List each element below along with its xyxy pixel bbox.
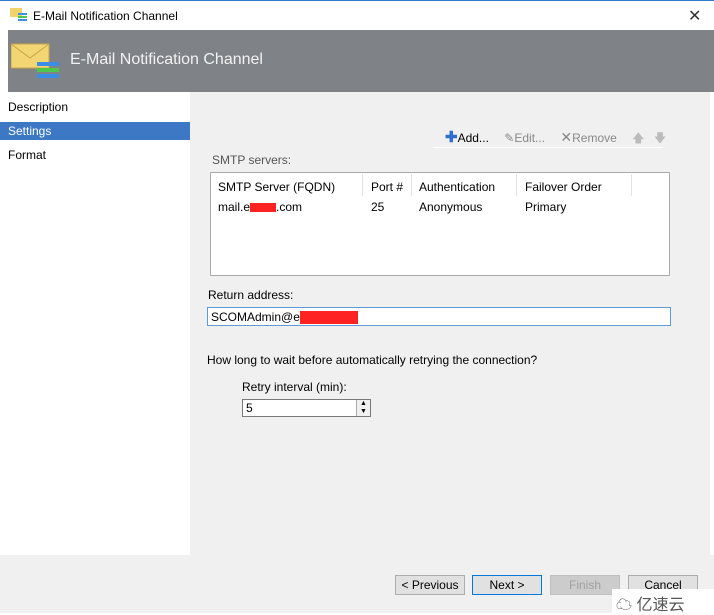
- move-up-icon[interactable]: 🡅: [632, 131, 644, 145]
- edit-label: Edit...: [514, 131, 546, 145]
- stepper-up-icon[interactable]: ▲: [357, 400, 370, 408]
- column-divider: [631, 174, 632, 196]
- remove-label: Remove: [572, 131, 617, 145]
- title-bar: E-Mail Notification Channel ✕: [0, 0, 714, 30]
- close-icon[interactable]: ✕: [688, 6, 701, 26]
- envelope-arrows-icon: [11, 43, 59, 78]
- retry-interval-stepper[interactable]: 5 ▲ ▼: [242, 399, 371, 417]
- return-address-label: Return address:: [208, 288, 294, 302]
- header-title: E-Mail Notification Channel: [70, 51, 263, 68]
- x-icon: ✕: [560, 129, 573, 145]
- column-divider: [516, 174, 517, 196]
- finish-button[interactable]: Finish: [550, 575, 620, 595]
- column-header-server[interactable]: SMTP Server (FQDN): [218, 180, 335, 194]
- nav-item-description[interactable]: Description: [0, 98, 190, 116]
- cloud-icon: ☁: [616, 597, 633, 614]
- move-down-icon[interactable]: 🡇: [654, 131, 666, 145]
- wizard-header: E-Mail Notification Channel: [8, 30, 714, 92]
- retry-interval-value: 5: [246, 401, 253, 415]
- nav-item-format[interactable]: Format: [0, 146, 190, 164]
- return-address-input[interactable]: SCOMAdmin@e: [207, 307, 671, 326]
- server-prefix: mail.e: [218, 200, 251, 214]
- port-cell: 25: [371, 200, 385, 214]
- column-header-port[interactable]: Port #: [371, 180, 403, 194]
- server-cell: mail.e .com: [218, 200, 302, 214]
- next-button[interactable]: Next >: [472, 575, 542, 595]
- previous-button[interactable]: < Previous: [395, 575, 465, 595]
- stepper-buttons[interactable]: ▲ ▼: [356, 400, 370, 416]
- stepper-down-icon[interactable]: ▼: [357, 408, 370, 416]
- return-address-value: SCOMAdmin@e: [211, 310, 300, 324]
- auth-cell: Anonymous: [419, 200, 483, 214]
- server-suffix: .com: [276, 200, 303, 214]
- column-divider: [362, 174, 363, 196]
- redaction: [250, 203, 277, 213]
- column-divider: [411, 174, 412, 196]
- pencil-icon: ✎: [504, 131, 515, 145]
- column-header-failover[interactable]: Failover Order: [525, 180, 602, 194]
- wizard-nav: Description Settings Format: [0, 92, 190, 555]
- add-label: Add...: [457, 131, 489, 145]
- add-button[interactable]: ✚Add...: [445, 129, 495, 146]
- order-cell: Primary: [525, 200, 567, 214]
- watermark-logo: ☁ 亿速云: [612, 589, 714, 614]
- nav-item-settings[interactable]: Settings: [0, 122, 190, 140]
- toolbar-divider: [433, 147, 663, 148]
- plus-icon: ✚: [445, 129, 458, 146]
- smtp-servers-list[interactable]: SMTP Server (FQDN) Port # Authentication…: [210, 172, 670, 276]
- retry-interval-label: Retry interval (min):: [242, 380, 347, 394]
- column-header-authentication[interactable]: Authentication: [419, 180, 495, 194]
- smtp-servers-label: SMTP servers:: [212, 153, 292, 167]
- watermark-text: 亿速云: [636, 597, 685, 614]
- redaction: [299, 311, 358, 325]
- app-icon: [10, 8, 27, 21]
- remove-button[interactable]: ✕Remove: [560, 129, 622, 145]
- retry-question: How long to wait before automatically re…: [207, 353, 538, 367]
- edit-button[interactable]: ✎Edit...: [504, 131, 551, 145]
- window-title: E-Mail Notification Channel: [33, 9, 178, 23]
